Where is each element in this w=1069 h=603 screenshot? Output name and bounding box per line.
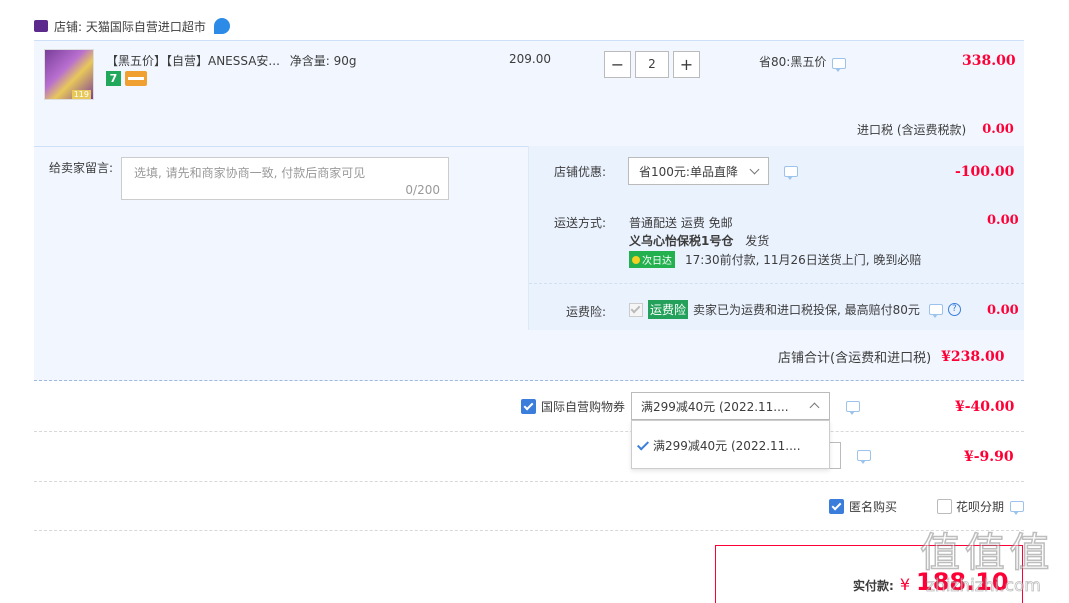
shipping-warehouse: 义乌心怡保税1号仓 发货 [629,232,769,249]
seven-day-return-badge: 7 [106,71,121,86]
chat-icon[interactable] [928,304,943,318]
item-total: 338.00 [962,53,1016,69]
insurance-row: 运费险 卖家已为运费和进口税投保, 最高赔付80元 ? [629,300,961,319]
product-spec: 净含量: 90g [289,54,357,68]
import-tax-label: 进口税 (含运费税款) [857,123,967,137]
payment-currency: ¥ [899,575,910,594]
lightning-icon [632,255,640,264]
insurance-checkbox[interactable] [629,302,643,317]
chat-icon[interactable] [857,450,871,464]
row-divider [34,481,1024,482]
store-total: 店铺合计(含运费和进口税) ¥238.00 [778,347,1005,367]
tmall-icon [34,20,48,32]
help-icon[interactable]: ? [947,303,961,316]
coupon-option[interactable]: 满299减40元 (2022.11.... [636,437,801,454]
chevron-down-icon [749,164,760,175]
payment-box: 实付款: ¥ 188.10 [715,545,1023,603]
shipping-amount: 0.00 [987,213,1019,228]
coupon-checkbox[interactable] [521,399,536,414]
anonymous-purchase[interactable]: 匿名购买 [829,498,897,515]
insurance-label: 运费险: [566,305,607,319]
next-day-tag-text: 次日达 [642,256,672,267]
product-title-text[interactable]: 【黑五价】【自营】ANESSA安... [106,54,280,68]
item-promo-text: 省80:黑五价 [759,55,827,69]
second-discount-amount: ¥-9.90 [964,449,1014,465]
coupon-dropdown: 满299减40元 (2022.11.... [631,420,830,469]
minus-button[interactable]: − [604,51,631,78]
store-total-label: 店铺合计(含运费和进口税) [778,351,932,366]
store-discount-select[interactable]: 省100元:单品直降 [628,157,769,185]
store-total-value: ¥238.00 [941,348,1005,365]
coupon-amount: ¥-40.00 [955,399,1015,415]
shipping-method: 普通配送 运费 免邮 [629,216,733,230]
chat-icon[interactable] [784,166,798,180]
coupon-label: 国际自营购物券 [541,400,626,414]
row-divider [34,431,1024,432]
insurance-text: 卖家已为运费和进口税投保, 最高赔付80元 [693,303,920,317]
message-placeholder: 选填, 请先和商家协商一致, 付款后商家可见 [134,166,366,180]
shop-header: 店铺: 天猫国际自营进口超市 [34,17,230,35]
product-badges: 7 [106,71,147,86]
message-label: 给卖家留言: [49,161,114,175]
import-tax-value: 0.00 [982,122,1014,137]
message-counter: 0/200 [405,183,440,197]
dispatch-text: 发货 [745,234,770,248]
unit-price: 209.00 [509,52,551,66]
plus-button[interactable]: + [673,51,700,78]
chevron-up-icon [809,402,820,413]
delivery-note: 次日达 17:30前付款, 11月26日送货上门, 晚到必赔 [629,251,921,268]
check-icon [636,438,650,451]
item-promo: 省80:黑五价 [759,53,847,72]
coupon-row: 国际自营购物券 [521,398,625,415]
warehouse-name: 义乌心怡保税1号仓 [629,234,734,248]
thumb-price: 119 [71,90,91,99]
huabei-installment[interactable]: 花呗分期 [937,498,1025,515]
next-day-tag: 次日达 [629,251,675,268]
store-discount-amount: -100.00 [955,164,1015,180]
coupon-selected: 满299减40元 (2022.11.... [641,399,789,414]
chat-icon[interactable] [846,401,860,415]
row-divider [34,530,1024,531]
delivery-note-text: 17:30前付款, 11月26日送货上门, 晚到必赔 [685,253,922,267]
huabei-label: 花呗分期 [956,500,1005,514]
options-row-divider [529,283,1024,284]
insurance-tag: 运费险 [648,300,689,319]
chat-icon[interactable] [1010,501,1025,515]
huabei-checkbox[interactable] [937,499,952,514]
anonymous-checkbox[interactable] [829,499,844,514]
wangwang-icon[interactable] [213,18,230,34]
store-discount-value: 省100元:单品直降 [639,164,738,179]
quantity-input[interactable]: 2 [635,51,669,78]
chat-icon[interactable] [832,58,847,72]
store-discount-label: 店铺优惠: [554,165,607,179]
import-tax: 进口税 (含运费税款) 0.00 [857,121,1014,138]
message-textarea[interactable]: 选填, 请先和商家协商一致, 付款后商家可见 0/200 [121,157,449,200]
quantity-stepper: − 2 + [604,51,700,78]
shop-name[interactable]: 店铺: 天猫国际自营进口超市 [54,18,206,35]
anonymous-label: 匿名购买 [849,500,898,514]
payment-summary: 实付款: ¥ 188.10 [853,568,1009,596]
payment-amount: 188.10 [916,568,1009,596]
insurance-amount: 0.00 [987,303,1019,318]
card-icon [125,71,147,86]
coupon-select[interactable]: 满299减40元 (2022.11.... [631,392,830,420]
product-thumbnail[interactable]: 119 [44,49,94,100]
coupon-option-text: 满299减40元 (2022.11.... [653,439,801,453]
product-title[interactable]: 【黑五价】【自营】ANESSA安... 净含量: 90g [106,52,356,69]
shipping-label: 运送方式: [554,216,607,230]
payment-label: 实付款: [853,579,894,593]
